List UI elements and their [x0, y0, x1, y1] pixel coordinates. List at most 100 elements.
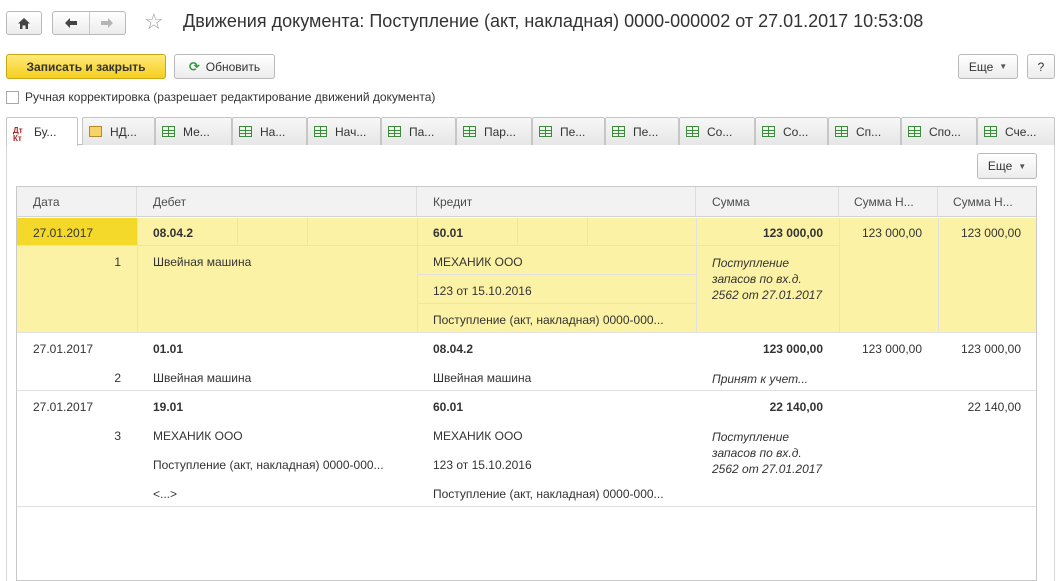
- tab-label: На...: [260, 124, 286, 139]
- row-divider: [17, 245, 839, 246]
- column-header-1[interactable]: Дата: [17, 187, 137, 217]
- window-title: Движения документа: Поступление (акт, на…: [183, 11, 924, 31]
- home-button[interactable]: [6, 11, 42, 35]
- entry-amount: 22 140,00: [769, 400, 823, 414]
- column-header-6[interactable]: Сумма Н...: [938, 187, 1036, 217]
- dtkt-icon: Дт Кт: [13, 125, 23, 143]
- grid-icon: [612, 126, 625, 137]
- debit-subconto: Поступление (акт, накладная) 0000-000...: [153, 458, 384, 472]
- tab-4[interactable]: На...: [232, 117, 307, 145]
- grid-more-label: Еще: [987, 159, 1013, 173]
- more-menu-button[interactable]: Еще ▼: [958, 54, 1018, 79]
- tab-label: Сче...: [1005, 124, 1037, 139]
- grid-icon: [762, 126, 775, 137]
- column-header-4[interactable]: Сумма: [696, 187, 839, 217]
- save-and-close-button[interactable]: Записать и закрыть: [6, 54, 166, 79]
- cell-divider: [839, 218, 840, 332]
- manual-edit-checkbox-row[interactable]: Ручная корректировка (разрешает редактир…: [6, 90, 435, 104]
- tab-3[interactable]: Ме...: [155, 117, 232, 145]
- tab-11[interactable]: Со...: [755, 117, 828, 145]
- tab-1[interactable]: Дт Кт Бу...: [6, 117, 78, 146]
- credit-subconto: 123 от 15.10.2016: [433, 284, 532, 298]
- tab-10[interactable]: Со...: [679, 117, 755, 145]
- tab-6[interactable]: Па...: [381, 117, 456, 145]
- manual-edit-label: Ручная корректировка (разрешает редактир…: [25, 90, 436, 104]
- credit-subconto: 123 от 15.10.2016: [433, 458, 532, 472]
- tab-2[interactable]: НД...: [82, 117, 155, 145]
- home-icon: [18, 17, 30, 29]
- cell-divider: [696, 218, 697, 332]
- debit-account: 19.01: [153, 400, 184, 414]
- debit-subconto: <...>: [153, 487, 178, 501]
- credit-subconto: Швейная машина: [433, 371, 532, 385]
- cell-divider: [417, 218, 418, 332]
- credit-account: 08.04.2: [433, 342, 474, 356]
- tab-13[interactable]: Спо...: [901, 117, 977, 145]
- tab-9[interactable]: Пе...: [605, 117, 679, 145]
- grid-icon: [162, 126, 175, 137]
- entry-date: 27.01.2017: [33, 400, 94, 414]
- tab-label: НД...: [110, 124, 137, 139]
- tab-label: Сп...: [856, 124, 882, 139]
- entry-content: Принят к учет...: [712, 372, 808, 386]
- tab-label: Ме...: [183, 124, 210, 139]
- accounting-entries-table[interactable]: Дата Дебет Кредит Сумма Сумма Н... Сумма Н...…: [16, 186, 1037, 581]
- forward-button[interactable]: [88, 12, 125, 34]
- subconto-divider: [417, 274, 696, 275]
- credit-account: 60.01: [433, 226, 464, 240]
- entry-amount: 123 000,00: [762, 226, 823, 240]
- cell-divider: [938, 218, 939, 332]
- entry-date: 27.01.2017: [33, 342, 94, 356]
- column-header-3[interactable]: Кредит: [417, 187, 696, 217]
- debit-subconto: Швейная машина: [153, 371, 252, 385]
- cell-divider: [307, 218, 308, 245]
- row-divider: [17, 332, 1036, 333]
- debit-account: 01.01: [153, 342, 184, 356]
- tab-5[interactable]: Нач...: [307, 117, 381, 145]
- manual-edit-checkbox[interactable]: [6, 90, 19, 104]
- tab-label: Пе...: [633, 124, 659, 139]
- star-icon[interactable]: ☆: [144, 9, 164, 35]
- column-header-5[interactable]: Сумма Н...: [839, 187, 938, 217]
- tab-label: Па...: [409, 124, 435, 139]
- debit-account: 08.04.2: [153, 226, 194, 240]
- credit-subconto: МЕХАНИК ООО: [433, 429, 523, 443]
- amount-pr: 123 000,00: [960, 226, 1021, 240]
- back-button[interactable]: [53, 12, 89, 34]
- cell-divider: [137, 218, 138, 332]
- refresh-label: Обновить: [205, 59, 261, 74]
- grid-icon: [388, 126, 401, 137]
- amount-nu: 123 000,00: [861, 342, 922, 356]
- row-divider: [17, 506, 1036, 507]
- amount-nu: 123 000,00: [861, 226, 922, 240]
- tab-12[interactable]: Сп...: [828, 117, 901, 145]
- entry-content: Поступление запасов по вх.д. 2562 от 27.…: [712, 256, 823, 302]
- navigation-buttons: [52, 11, 126, 35]
- grid-icon: [314, 126, 327, 137]
- entry-content: Поступление запасов по вх.д. 2562 от 27.…: [712, 430, 823, 476]
- credit-subconto: МЕХАНИК ООО: [433, 255, 523, 269]
- entry-number: 1: [114, 255, 121, 269]
- credit-subconto: Поступление (акт, накладная) 0000-000...: [433, 313, 664, 327]
- cell-divider: [517, 218, 518, 245]
- grid-icon: [463, 126, 476, 137]
- tab-7[interactable]: Пар...: [456, 117, 532, 145]
- debit-subconto: Швейная машина: [153, 255, 252, 269]
- entry-number: 3: [114, 429, 121, 443]
- tab-label: Со...: [707, 124, 733, 139]
- tab-label: Пар...: [484, 124, 516, 139]
- cell-divider: [237, 218, 238, 245]
- tab-8[interactable]: Пе...: [532, 117, 605, 145]
- entry-number: 2: [114, 371, 121, 385]
- row-divider: [17, 390, 1036, 391]
- help-button[interactable]: ?: [1027, 54, 1055, 79]
- tab-label: Со...: [783, 124, 809, 139]
- refresh-button[interactable]: ⟳ Обновить: [174, 54, 275, 79]
- column-header-2[interactable]: Дебет: [137, 187, 417, 217]
- credit-subconto: Поступление (акт, накладная) 0000-000...: [433, 487, 664, 501]
- chevron-down-icon: ▼: [999, 62, 1008, 71]
- grid-more-button[interactable]: Еще ▼: [977, 153, 1037, 179]
- tab-14[interactable]: Сче...: [977, 117, 1055, 145]
- arrow-right-icon: [101, 18, 114, 28]
- entry-date: 27.01.2017: [33, 226, 94, 240]
